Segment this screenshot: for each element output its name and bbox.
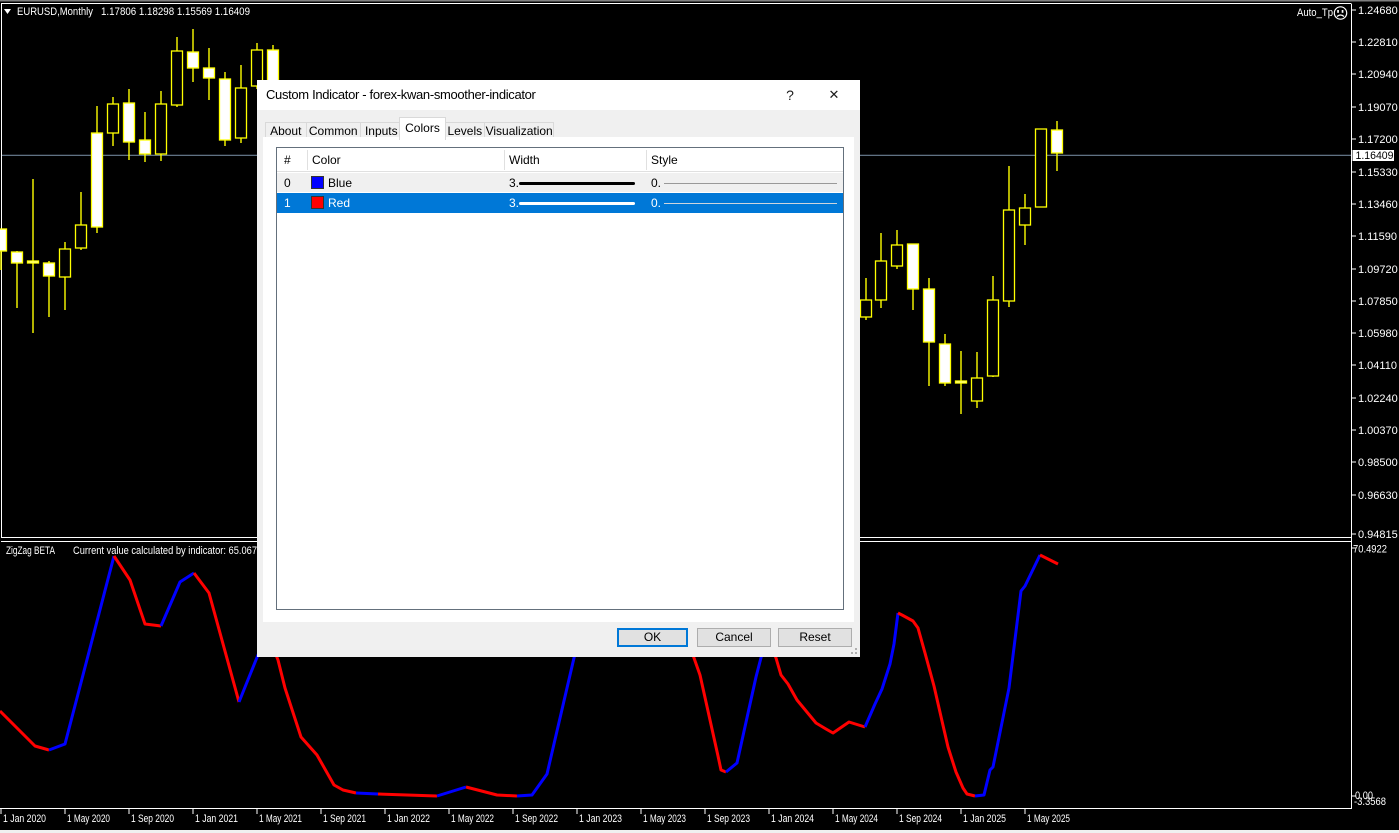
svg-text:1 May 2021: 1 May 2021 <box>259 813 302 825</box>
svg-text:1 Jan 2022: 1 Jan 2022 <box>387 813 430 825</box>
svg-text:1 May 2023: 1 May 2023 <box>643 813 686 825</box>
svg-text:1.19070: 1.19070 <box>1358 102 1398 114</box>
svg-text:1 May 2020: 1 May 2020 <box>67 813 110 825</box>
svg-text:1 Sep 2023: 1 Sep 2023 <box>707 813 750 825</box>
svg-text:1 Sep 2021: 1 Sep 2021 <box>323 813 366 825</box>
svg-text:1 Jan 2020: 1 Jan 2020 <box>3 813 46 825</box>
svg-text:1.09720: 1.09720 <box>1358 264 1398 276</box>
svg-text:1.13460: 1.13460 <box>1358 199 1398 211</box>
svg-text:Auto_Tp: Auto_Tp <box>1297 7 1333 19</box>
svg-text:Current value calculated by in: Current value calculated by indicator: 6… <box>73 545 257 557</box>
svg-text:EURUSD,Monthly: EURUSD,Monthly <box>17 6 93 18</box>
svg-text:1 Jan 2021: 1 Jan 2021 <box>195 813 238 825</box>
svg-text:1.02240: 1.02240 <box>1358 393 1398 405</box>
svg-text:ZigZag BETA: ZigZag BETA <box>6 545 55 557</box>
svg-text:1 Sep 2022: 1 Sep 2022 <box>515 813 558 825</box>
svg-text:1.15330: 1.15330 <box>1358 167 1398 179</box>
svg-text:1.16409: 1.16409 <box>1356 150 1394 162</box>
svg-text:1.22810: 1.22810 <box>1358 37 1398 49</box>
svg-text:1 Sep 2020: 1 Sep 2020 <box>131 813 174 825</box>
svg-text:1.17806 1.18298 1.15569 1.1640: 1.17806 1.18298 1.15569 1.16409 <box>101 6 250 18</box>
svg-text:1 May 2025: 1 May 2025 <box>1027 813 1070 825</box>
svg-text:0.94815: 0.94815 <box>1358 529 1398 541</box>
svg-text:1.00370: 1.00370 <box>1358 425 1398 437</box>
svg-text:1 Jan 2024: 1 Jan 2024 <box>771 813 814 825</box>
svg-text:1.11590: 1.11590 <box>1358 231 1397 243</box>
svg-text:1 Jan 2023: 1 Jan 2023 <box>579 813 622 825</box>
svg-text:0.98500: 0.98500 <box>1358 457 1398 469</box>
svg-text:1 Jan 2025: 1 Jan 2025 <box>963 813 1006 825</box>
svg-text:1.17200: 1.17200 <box>1358 134 1398 146</box>
svg-text:1.20940: 1.20940 <box>1358 69 1398 81</box>
svg-text:1.07850: 1.07850 <box>1358 296 1398 308</box>
svg-text:1.24680: 1.24680 <box>1358 5 1398 17</box>
svg-text:0.96630: 0.96630 <box>1358 490 1398 502</box>
svg-text:70.4922: 70.4922 <box>1353 544 1387 556</box>
svg-text:1 May 2024: 1 May 2024 <box>835 813 878 825</box>
svg-text:1.05980: 1.05980 <box>1358 328 1398 340</box>
svg-text:1 Sep 2024: 1 Sep 2024 <box>899 813 942 825</box>
svg-text:1.04110: 1.04110 <box>1358 360 1397 372</box>
svg-text:-3.3568: -3.3568 <box>1354 796 1386 808</box>
svg-text:1 May 2022: 1 May 2022 <box>451 813 494 825</box>
